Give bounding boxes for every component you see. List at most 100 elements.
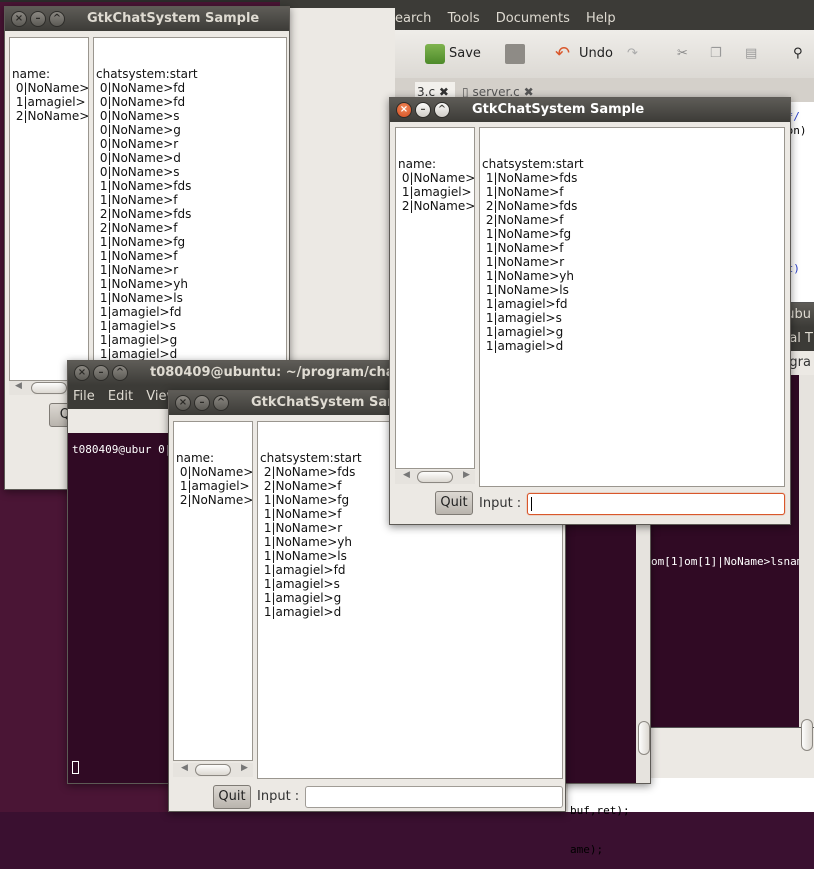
scrollbar-thumb[interactable] [417, 471, 453, 483]
gedit-menubar: earch Tools Documents Help [395, 8, 814, 30]
print-button[interactable] [505, 42, 529, 66]
message-line: 1|NoName>yh [260, 535, 352, 549]
chat-window-1-titlebar: × – ^ GtkChatSystem Sample [5, 7, 289, 31]
search-button[interactable]: ⚲ [793, 42, 803, 66]
copy-button[interactable]: ❐ [710, 42, 722, 66]
save-button[interactable]: Save [425, 42, 481, 66]
message-line: 1|NoName>f [96, 249, 178, 263]
name-entry: 2|NoName> [176, 493, 253, 507]
save-icon [425, 43, 445, 64]
search-icon: ⚲ [793, 46, 803, 61]
scroll-right-icon[interactable]: ▶ [463, 470, 470, 480]
cut-icon: ✂ [677, 46, 688, 61]
menu-search[interactable]: earch [395, 11, 431, 26]
maximize-icon[interactable]: ^ [112, 365, 128, 381]
message-line: 0|NoName>r [96, 137, 179, 151]
names-hscrollbar[interactable]: ◀ ▶ [395, 470, 475, 484]
message-input[interactable] [305, 786, 563, 808]
message-line: 2|NoName>fds [96, 207, 192, 221]
message-lines: chatsystem:start 1|NoName>fds 1|NoName>f… [482, 157, 782, 353]
redo-button[interactable]: ↷ [627, 42, 638, 66]
close-icon[interactable]: × [11, 11, 27, 27]
message-line: 2|NoName>f [482, 213, 564, 227]
chat-window-2-titlebar: × – ^ GtkChatSystem Sample [390, 98, 790, 122]
terminal-line: t080409@ubur [72, 443, 152, 456]
scroll-left-icon[interactable]: ◀ [181, 763, 188, 773]
cut-button[interactable]: ✂ [677, 42, 688, 66]
minimize-icon[interactable]: – [30, 11, 46, 27]
back-terminal-scrollbar[interactable] [799, 375, 814, 751]
name-entry: 0|NoName> [398, 171, 475, 185]
message-line: 1|NoName>ls [482, 283, 569, 297]
messages-list[interactable]: chatsystem:start 1|NoName>fds 1|NoName>f… [479, 127, 785, 487]
redo-icon: ↷ [627, 46, 638, 61]
scrollbar-thumb[interactable] [195, 764, 231, 776]
close-icon[interactable]: × [74, 365, 90, 381]
message-line: 1|amagiel>g [482, 325, 564, 339]
scrollbar-thumb[interactable] [801, 719, 813, 751]
menu-documents[interactable]: Documents [496, 11, 570, 26]
message-line: 1|amagiel>fd [260, 563, 346, 577]
message-input[interactable] [527, 493, 785, 515]
message-line: 2|NoName>f [96, 221, 178, 235]
names-lines: name: 0|NoName> 1|amagiel> 2|NoName> [398, 157, 475, 213]
back-terminal-lines: om[1]om[1]|NoName>lsname:amagiel |amagie… [651, 555, 799, 569]
message-lines: chatsystem:start 0|NoName>fd 0|NoName>fd… [96, 67, 284, 375]
message-line: 1|NoName>yh [96, 277, 188, 291]
minimize-icon[interactable]: – [194, 395, 210, 411]
name-entry: 1|amagiel> [12, 95, 86, 109]
paste-button[interactable]: ▤ [745, 42, 757, 66]
message-line: 1|amagiel>fd [482, 297, 568, 311]
scroll-right-icon[interactable]: ▶ [241, 763, 248, 773]
quit-button[interactable]: Quit [213, 785, 251, 809]
menu-file[interactable]: File [73, 389, 95, 404]
window-title: GtkChatSystem Sample [87, 11, 260, 26]
terminal-line: name:amagiel [783, 555, 799, 568]
terminal-line: om[1] [684, 555, 718, 568]
message-line: 1|NoName>f [482, 185, 564, 199]
menu-tools[interactable]: Tools [448, 11, 480, 26]
minimize-icon[interactable]: – [415, 102, 431, 118]
minimize-icon[interactable]: – [93, 365, 109, 381]
menu-help[interactable]: Help [586, 11, 616, 26]
undo-icon: ↶ [555, 42, 571, 64]
message-line: 0|NoName>d [96, 151, 181, 165]
message-line: 1|NoName>ls [96, 291, 183, 305]
close-icon[interactable]: × [175, 395, 191, 411]
messages-list[interactable]: chatsystem:start 0|NoName>fd 0|NoName>fd… [93, 37, 287, 409]
message-line: chatsystem:start [482, 157, 584, 171]
quit-button[interactable]: Quit [435, 491, 473, 515]
message-line: 1|amagiel>s [482, 311, 562, 325]
name-entry: 1|amagiel> [398, 185, 472, 199]
names-hscrollbar[interactable]: ◀ ▶ [173, 763, 253, 777]
message-line: 1|amagiel>g [96, 333, 178, 347]
terminal-line: om[1] [651, 555, 685, 568]
close-icon[interactable]: × [396, 102, 412, 118]
names-list[interactable]: name: 0|NoName> 1|amagiel> 2|NoName> [395, 127, 475, 469]
message-line: 1|amagiel>d [260, 605, 342, 619]
scrollbar-thumb[interactable] [31, 382, 67, 394]
undo-button[interactable]: ↶ Undo [555, 42, 613, 66]
message-line: 1|amagiel>s [260, 577, 340, 591]
names-list[interactable]: name: 0|NoName> 1|amagiel> 2|NoName> [9, 37, 89, 381]
chat-window-2: × – ^ GtkChatSystem Sample name: 0|NoNam… [389, 97, 791, 525]
name-entry: name: [12, 67, 51, 81]
maximize-icon[interactable]: ^ [49, 11, 65, 27]
names-list[interactable]: name: 0|NoName> 1|amagiel> 2|NoName> [173, 421, 253, 761]
input-label: Input : [257, 789, 300, 804]
name-entry: name: [176, 451, 215, 465]
maximize-icon[interactable]: ^ [434, 102, 450, 118]
scroll-left-icon[interactable]: ◀ [15, 381, 22, 391]
name-entry: 0|NoName> [12, 81, 89, 95]
message-line: 0|NoName>fd [96, 95, 186, 109]
scroll-left-icon[interactable]: ◀ [403, 470, 410, 480]
message-line: 1|NoName>r [482, 255, 565, 269]
window-title: GtkChatSystem Sam [251, 395, 401, 410]
menu-edit[interactable]: Edit [108, 389, 133, 404]
name-entry: 1|amagiel> [176, 479, 250, 493]
text-caret [531, 497, 532, 511]
message-line: 1|NoName>fg [96, 235, 186, 249]
maximize-icon[interactable]: ^ [213, 395, 229, 411]
message-line: 1|NoName>yh [482, 269, 574, 283]
scrollbar-thumb[interactable] [638, 721, 650, 755]
